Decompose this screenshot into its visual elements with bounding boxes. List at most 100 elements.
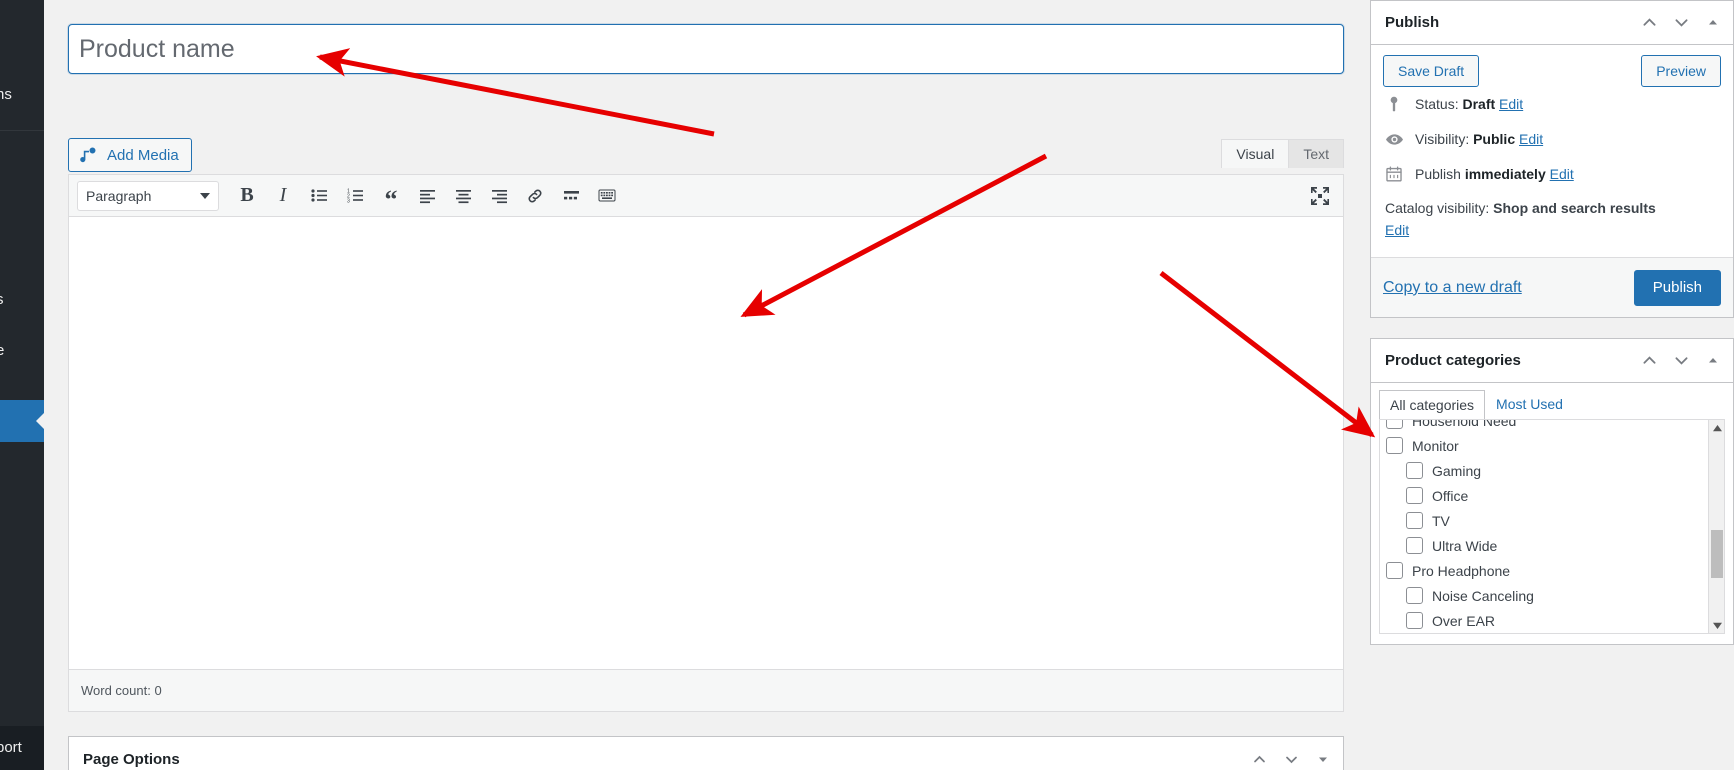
category-checkbox[interactable] xyxy=(1406,462,1423,480)
save-draft-button[interactable]: Save Draft xyxy=(1383,55,1480,87)
align-center-button[interactable] xyxy=(448,181,478,211)
category-checkbox[interactable] xyxy=(1406,612,1423,630)
publish-header-controls xyxy=(1637,12,1725,34)
category-checkbox[interactable] xyxy=(1406,587,1423,605)
scroll-up-icon[interactable] xyxy=(1709,420,1724,436)
admin-page: ns s e port xyxy=(0,0,1734,770)
move-down-icon[interactable] xyxy=(1669,12,1693,34)
category-tabs: All categories Most Used xyxy=(1371,383,1733,421)
insert-link-button[interactable] xyxy=(520,181,550,211)
paragraph-format-select[interactable]: Paragraph xyxy=(77,180,219,211)
editor-toolbar: Paragraph B I 1 2 3 “ xyxy=(69,175,1343,217)
status-label: Status: xyxy=(1415,96,1459,112)
toggle-panel-icon[interactable] xyxy=(1701,350,1725,372)
category-checkbox[interactable] xyxy=(1406,487,1423,505)
category-item[interactable]: TV xyxy=(1380,508,1708,533)
scrollbar-thumb[interactable] xyxy=(1711,530,1723,579)
category-label: Noise Canceling xyxy=(1432,587,1534,604)
edit-catalog-visibility-link[interactable]: Edit xyxy=(1385,222,1409,238)
publish-date-text: Publish immediately Edit xyxy=(1415,164,1574,185)
bulleted-list-button[interactable] xyxy=(304,181,334,211)
category-item[interactable]: Office xyxy=(1380,483,1708,508)
category-scrollbar[interactable] xyxy=(1708,420,1724,634)
post-body-content: Add Media VisualText Paragraph B I xyxy=(44,0,1362,770)
sidebar-item-bottom[interactable]: port xyxy=(0,726,44,770)
category-item[interactable]: Over EAR xyxy=(1380,608,1708,633)
page-options-title: Page Options xyxy=(83,750,180,768)
edit-status-link[interactable]: Edit xyxy=(1499,96,1523,112)
svg-text:3: 3 xyxy=(347,198,350,204)
move-down-icon[interactable] xyxy=(1669,350,1693,372)
category-label: Office xyxy=(1432,487,1469,504)
sidebar-item-3-label: e xyxy=(0,342,5,359)
tab-all-categories[interactable]: All categories xyxy=(1379,390,1486,421)
scroll-down-icon[interactable] xyxy=(1709,617,1724,633)
category-item[interactable]: Household Need xyxy=(1380,420,1708,433)
align-left-button[interactable] xyxy=(412,181,442,211)
editor-content-area[interactable] xyxy=(69,217,1343,669)
toggle-panel-icon[interactable] xyxy=(1701,12,1725,34)
category-checkbox[interactable] xyxy=(1386,420,1403,430)
title-field-wrapper xyxy=(67,23,1345,75)
sidebar-item-2[interactable]: s xyxy=(0,283,44,317)
product-name-input[interactable] xyxy=(67,23,1345,75)
numbered-list-button[interactable]: 1 2 3 xyxy=(340,181,370,211)
paragraph-format-value: Paragraph xyxy=(86,187,152,204)
toggle-panel-icon[interactable] xyxy=(1311,748,1335,770)
move-up-icon[interactable] xyxy=(1637,12,1661,34)
move-up-icon[interactable] xyxy=(1247,748,1271,770)
copy-to-new-draft-link[interactable]: Copy to a new draft xyxy=(1383,279,1522,297)
publish-button[interactable]: Publish xyxy=(1633,269,1721,306)
category-checkbox[interactable] xyxy=(1406,537,1423,555)
read-more-button[interactable] xyxy=(556,181,586,211)
major-publishing-actions: Copy to a new draft Publish xyxy=(1371,257,1733,318)
publish-date-row: Publish immediately Edit xyxy=(1383,157,1721,192)
sidebar-divider-1 xyxy=(0,130,44,131)
category-item[interactable]: Monitor xyxy=(1380,433,1708,458)
category-item[interactable]: Ultra Wide xyxy=(1380,533,1708,558)
sidebar-item-bottom-label: port xyxy=(0,739,22,756)
word-count-status: Word count: 0 xyxy=(69,669,1343,711)
publish-header: Publish xyxy=(1371,1,1733,45)
edit-publish-date-link[interactable]: Edit xyxy=(1550,166,1574,182)
sidebar-item-current[interactable] xyxy=(0,400,44,442)
tab-visual[interactable]: Visual xyxy=(1221,139,1290,168)
product-categories-postbox: Product categories All categories Most U… xyxy=(1370,338,1734,646)
admin-sidebar: ns s e port xyxy=(0,0,44,770)
edit-visibility-link[interactable]: Edit xyxy=(1519,131,1543,147)
sidebar-item-3[interactable]: e xyxy=(0,334,44,368)
preview-button[interactable]: Preview xyxy=(1641,55,1721,87)
status-text: Status: Draft Edit xyxy=(1415,94,1523,115)
category-item[interactable]: Noise Canceling xyxy=(1380,583,1708,608)
pin-icon xyxy=(1385,95,1405,115)
page-options-header: Page Options xyxy=(69,737,1343,770)
bold-button[interactable]: B xyxy=(232,181,262,211)
category-item[interactable]: Pro Headphone xyxy=(1380,558,1708,583)
sidebar-item-1[interactable]: ns xyxy=(0,78,44,112)
category-checkbox[interactable] xyxy=(1406,512,1423,530)
publish-panel-title: Publish xyxy=(1385,14,1440,31)
category-label: Ultra Wide xyxy=(1432,537,1498,554)
italic-button[interactable]: I xyxy=(268,181,298,211)
minor-publishing-actions: Save Draft Preview xyxy=(1383,55,1721,87)
category-checklist-inner: Household Need Monitor Gaming Office TV … xyxy=(1380,420,1708,633)
page-options-postbox: Page Options xyxy=(68,736,1344,770)
toolbar-toggle-button[interactable] xyxy=(592,181,622,211)
category-checkbox[interactable] xyxy=(1386,562,1403,580)
product-categories-header: Product categories xyxy=(1371,339,1733,384)
tab-most-used[interactable]: Most Used xyxy=(1485,389,1574,419)
category-label: Monitor xyxy=(1412,437,1459,454)
category-checklist[interactable]: Household Need Monitor Gaming Office TV … xyxy=(1379,419,1725,635)
add-media-button[interactable]: Add Media xyxy=(68,138,192,172)
tab-text[interactable]: Text xyxy=(1288,139,1344,168)
blockquote-button[interactable]: “ xyxy=(376,181,406,212)
move-up-icon[interactable] xyxy=(1637,350,1661,372)
distraction-free-icon[interactable] xyxy=(1309,185,1331,207)
align-right-button[interactable] xyxy=(484,181,514,211)
move-down-icon[interactable] xyxy=(1279,748,1303,770)
category-label: Gaming xyxy=(1432,462,1482,479)
category-item[interactable]: Gaming xyxy=(1380,458,1708,483)
category-checkbox[interactable] xyxy=(1386,437,1403,455)
publish-postbox: Publish Save Draft Preview Status: Draft… xyxy=(1370,0,1734,319)
visibility-row: Visibility: Public Edit xyxy=(1383,122,1721,157)
